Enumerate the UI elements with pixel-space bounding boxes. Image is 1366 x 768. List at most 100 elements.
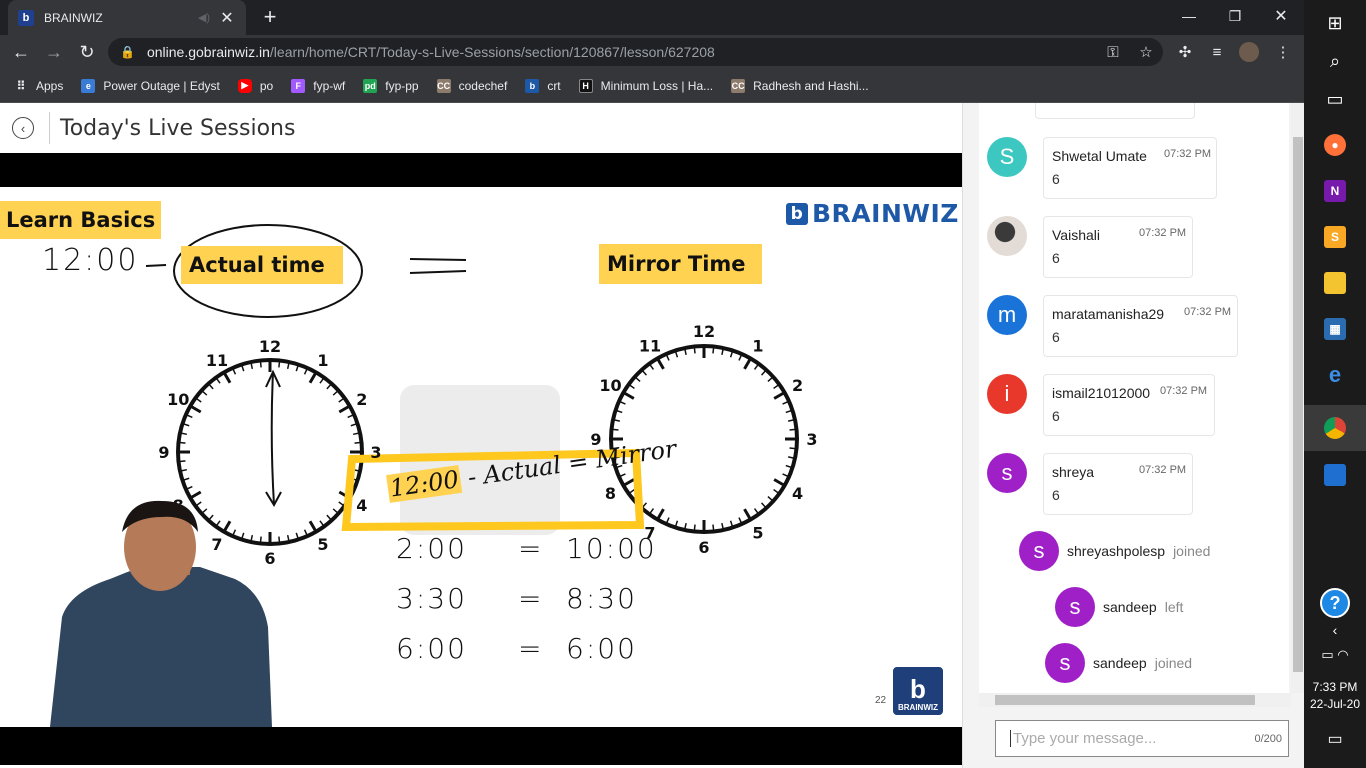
bookmark-label: Apps [36, 78, 64, 93]
char-counter: 0/200 [1254, 732, 1282, 745]
page-content: ‹ Today's Live Sessions 12 1 2 3 4 5 6 7… [0, 103, 1304, 768]
file-explorer-icon[interactable] [1304, 260, 1366, 306]
example-eq: = [518, 532, 542, 565]
bookmark-fyp-wf[interactable]: F fyp-wf [291, 78, 345, 93]
bookmark-star-icon[interactable]: ☆ [1133, 38, 1159, 66]
extensions-icon[interactable]: ✣ [1172, 39, 1198, 65]
bookmark-label: Radhesh and Hashi... [753, 78, 869, 93]
task-view-icon[interactable]: ▭ [1304, 76, 1366, 122]
message-bubble: ismail21012000 07:32 PM 6 [1043, 374, 1215, 436]
forward-button[interactable]: → [41, 39, 67, 65]
back-arrow-icon[interactable]: ‹ [12, 117, 34, 139]
bookmark-label: po [259, 78, 274, 93]
cc-icon: CC [436, 78, 451, 93]
photos-icon[interactable] [1304, 452, 1366, 498]
message-bubble: maratamanisha29 07:32 PM 6 [1043, 295, 1238, 357]
notification-icon[interactable]: ▭ [1304, 716, 1366, 762]
scrollbar-thumb[interactable] [1293, 137, 1303, 672]
windows-taskbar: ⊞ ⌕ ▭ ● N S ▦ e ? ‹ ▭ ◠ 7:33 PM 22-Jul-2… [1304, 0, 1366, 768]
tab-title: BRAINWIZ [44, 10, 103, 25]
scrollbar-thumb[interactable] [995, 695, 1255, 705]
bookmark-apps[interactable]: ⠿ Apps [14, 78, 64, 93]
figma-icon: F [291, 78, 306, 93]
address-bar[interactable]: 🔒 online.gobrainwiz.in /learn/home/CRT/T… [108, 38, 1163, 66]
url-host: online.gobrainwiz.in [146, 44, 270, 60]
event-action: joined [1173, 543, 1211, 559]
network-battery-icon[interactable]: ▭ ◠ [1304, 632, 1366, 678]
edge-icon[interactable]: e [1304, 352, 1366, 398]
video-player[interactable]: 121234567891011 121234567891011 Learn Ba… [0, 153, 962, 765]
message-time: 07:32 PM [1164, 148, 1212, 160]
menu-kebab-icon[interactable]: ⋮ [1270, 39, 1296, 65]
clock-number: 4 [792, 484, 803, 503]
clock-time: 7:33 PM [1312, 680, 1358, 694]
message-text: 6 [1044, 103, 1052, 106]
new-tab-button[interactable]: + [258, 4, 282, 30]
event-user: shreyashpolesp [1067, 543, 1166, 559]
reload-button[interactable]: ↻ [74, 39, 100, 65]
restore-button[interactable]: ❐ [1212, 0, 1258, 32]
header-divider [49, 112, 50, 144]
pd-icon: pd [363, 78, 378, 93]
clock-number: 12 [259, 337, 281, 356]
clock-number: 6 [264, 549, 275, 568]
actual-time-label: Actual time [181, 246, 343, 284]
clock-number: 12 [693, 322, 715, 341]
clock-number: 10 [167, 390, 189, 409]
chat-horizontal-scrollbar[interactable] [979, 693, 1291, 707]
chat-message-input[interactable] [1010, 730, 1255, 747]
message-author: Shwetal Umate [1052, 148, 1147, 164]
message-time: 07:32 PM [1160, 385, 1208, 397]
message-time: 07:32 PM [1139, 227, 1187, 239]
corner-logo: b BRAINWIZ [893, 667, 943, 715]
clock-number: 3 [806, 430, 817, 449]
left-clock-face [176, 358, 364, 546]
chat-message-list[interactable]: 6 S Shwetal Umate 07:32 PM 6 Vaishali 07… [979, 103, 1289, 693]
browser-toolbar: ← → ↻ 🔒 online.gobrainwiz.in /learn/home… [0, 35, 1304, 69]
firefox-icon[interactable]: ● [1304, 122, 1366, 168]
back-button[interactable]: ← [8, 39, 34, 65]
clock-number: 10 [599, 376, 621, 395]
close-tab-icon[interactable]: ✕ [218, 8, 236, 28]
bookmark-po[interactable]: ▶ po [237, 78, 274, 93]
sublime-text-icon[interactable]: S [1304, 214, 1366, 260]
key-icon[interactable]: ⚿ [1100, 38, 1126, 66]
avatar: s [1045, 643, 1085, 683]
bookmark-minimum-loss[interactable]: H Minimum Loss | Ha... [578, 78, 713, 93]
brainwiz-logo: b BRAINWIZ [786, 199, 959, 228]
corner-logo-text: BRAINWIZ [898, 703, 938, 712]
close-window-button[interactable]: ✕ [1258, 0, 1304, 32]
speaker-icon[interactable]: ◀) [198, 11, 210, 24]
clock-number: 2 [356, 390, 367, 409]
media-control-icon[interactable]: ≡ [1204, 39, 1230, 65]
clock-number: 5 [317, 535, 328, 554]
event-action: left [1164, 599, 1184, 615]
bookmark-label: codechef [458, 78, 508, 93]
chat-vertical-scrollbar[interactable] [1291, 103, 1304, 693]
bookmark-label: Power Outage | Edyst [103, 78, 220, 93]
chat-input-box[interactable]: 0/200 [995, 720, 1289, 757]
clock-number: 7 [211, 535, 222, 554]
message-text: 6 [1052, 329, 1060, 345]
bookmark-power-outage[interactable]: e Power Outage | Edyst [81, 78, 220, 93]
bookmark-codechef[interactable]: CC codechef [436, 78, 508, 93]
calculator-icon[interactable]: ▦ [1304, 306, 1366, 352]
profile-avatar[interactable] [1236, 39, 1262, 65]
clock-number: 4 [356, 496, 367, 515]
message-bubble: Shwetal Umate 07:32 PM 6 [1043, 137, 1217, 199]
chrome-icon[interactable] [1304, 405, 1366, 451]
tab-brainwiz[interactable]: b BRAINWIZ ◀) ✕ [8, 0, 246, 35]
minimize-button[interactable]: — [1166, 0, 1212, 32]
message-bubble: shreya 07:32 PM 6 [1043, 453, 1193, 515]
onenote-icon[interactable]: N [1304, 168, 1366, 214]
bookmark-fyp-pp[interactable]: pd fyp-pp [363, 78, 419, 93]
example-mirror: 8:30 [566, 582, 637, 615]
bookmark-crt[interactable]: b crt [525, 78, 561, 93]
clock-number: 3 [370, 443, 381, 462]
taskbar-clock[interactable]: 7:33 PM 22-Jul-20 [1304, 679, 1366, 713]
box-note-eq: = [566, 446, 591, 478]
lock-icon[interactable]: 🔒 [120, 45, 135, 59]
example-row: 3:30 = 8:30 [396, 582, 657, 632]
example-actual: 3:30 [396, 582, 467, 615]
bookmark-radhesh[interactable]: CC Radhesh and Hashi... [731, 78, 869, 93]
